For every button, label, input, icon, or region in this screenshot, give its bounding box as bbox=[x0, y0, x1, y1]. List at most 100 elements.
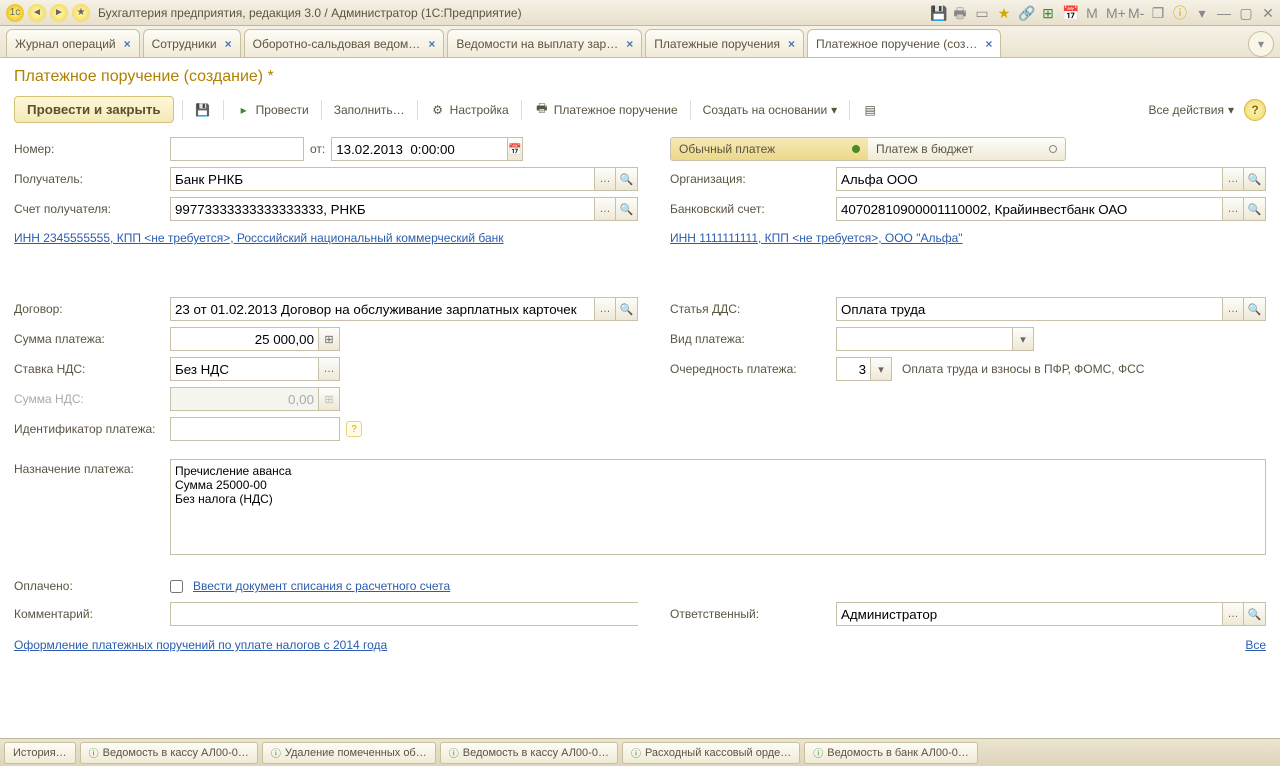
close-icon[interactable]: × bbox=[985, 37, 992, 51]
print-icon[interactable]: 🖶 bbox=[952, 5, 968, 21]
memory-m-icon[interactable]: M bbox=[1084, 5, 1100, 21]
calc-icon[interactable]: ⊞ bbox=[1040, 5, 1056, 21]
label-paid: Оплачено: bbox=[14, 576, 170, 596]
save-icon[interactable]: 💾 bbox=[930, 5, 946, 21]
search-icon[interactable]: 🔍 bbox=[616, 167, 638, 191]
comment-input[interactable] bbox=[170, 602, 638, 626]
post-and-close-button[interactable]: Провести и закрыть bbox=[14, 96, 174, 123]
close-icon[interactable]: × bbox=[626, 37, 633, 51]
close-icon[interactable]: ✕ bbox=[1260, 5, 1276, 21]
toolbar: Провести и закрыть 💾 ▸Провести Заполнить… bbox=[14, 96, 1266, 123]
tab-employees[interactable]: Сотрудники× bbox=[143, 29, 241, 57]
nav-back-icon[interactable]: ◄ bbox=[28, 4, 46, 22]
calendar-icon[interactable]: 📅 bbox=[1062, 5, 1078, 21]
create-based-button[interactable]: Создать на основании ▾ bbox=[699, 100, 842, 120]
taskbar-item[interactable]: ⓘРасходный кассовый орде… bbox=[622, 742, 800, 764]
star-icon[interactable]: ★ bbox=[72, 4, 90, 22]
print-button[interactable]: 🖶Платежное поручение bbox=[530, 99, 682, 121]
taskbar: История… ⓘВедомость в кассу АЛ00-0… ⓘУда… bbox=[0, 738, 1280, 766]
priority-input[interactable] bbox=[836, 357, 870, 381]
responsible-input[interactable] bbox=[836, 602, 1222, 626]
select-icon[interactable]: … bbox=[1222, 197, 1244, 221]
calc-icon[interactable]: ⊞ bbox=[318, 327, 340, 351]
tabs-more-button[interactable]: ▾ bbox=[1248, 31, 1274, 57]
toggle-budget[interactable]: Платеж в бюджет bbox=[868, 138, 1065, 160]
tab-osv[interactable]: Оборотно-сальдовая ведом…× bbox=[244, 29, 445, 57]
close-icon[interactable]: × bbox=[788, 37, 795, 51]
all-actions-button[interactable]: Все действия ▾ bbox=[1145, 100, 1239, 120]
contract-input[interactable] bbox=[170, 297, 594, 321]
tax-info-link[interactable]: Оформление платежных поручений по уплате… bbox=[14, 638, 387, 652]
memory-mplus-icon[interactable]: M+ bbox=[1106, 5, 1122, 21]
gear-icon: ⚙ bbox=[430, 102, 446, 118]
recipient-input[interactable] bbox=[170, 167, 594, 191]
memory-mminus-icon[interactable]: M- bbox=[1128, 5, 1144, 21]
search-icon[interactable]: 🔍 bbox=[1244, 602, 1266, 626]
maximize-icon[interactable]: ▢ bbox=[1238, 5, 1254, 21]
bank-account-input[interactable] bbox=[836, 197, 1222, 221]
select-icon[interactable]: … bbox=[594, 197, 616, 221]
recipient-details-link[interactable]: ИНН 2345555555, КПП <не требуется>, Росс… bbox=[14, 231, 504, 245]
search-icon[interactable]: 🔍 bbox=[616, 297, 638, 321]
select-icon[interactable]: … bbox=[318, 357, 340, 381]
select-icon[interactable]: … bbox=[594, 167, 616, 191]
settings-button[interactable]: ⚙Настройка bbox=[426, 99, 513, 121]
dropdown-icon[interactable]: ▾ bbox=[1012, 327, 1034, 351]
tab-payment-create[interactable]: Платежное поручение (соз…× bbox=[807, 29, 1001, 57]
amount-input[interactable] bbox=[170, 327, 318, 351]
minimize-icon[interactable]: — bbox=[1216, 5, 1232, 21]
tab-vedomosti[interactable]: Ведомости на выплату зар…× bbox=[447, 29, 642, 57]
select-icon[interactable]: … bbox=[1222, 602, 1244, 626]
history-button[interactable]: История… bbox=[4, 742, 76, 764]
close-icon[interactable]: × bbox=[428, 37, 435, 51]
vat-rate-input[interactable] bbox=[170, 357, 318, 381]
report-button[interactable]: ▤ bbox=[858, 99, 882, 121]
tab-payments[interactable]: Платежные поручения× bbox=[645, 29, 804, 57]
search-icon[interactable]: 🔍 bbox=[1244, 197, 1266, 221]
help-small-icon[interactable]: ? bbox=[346, 421, 362, 437]
tab-journal[interactable]: Журнал операций× bbox=[6, 29, 140, 57]
payment-type-input[interactable] bbox=[836, 327, 1012, 351]
close-icon[interactable]: × bbox=[225, 37, 232, 51]
organization-details-link[interactable]: ИНН 1111111111, КПП <не требуется>, ООО … bbox=[670, 231, 963, 245]
link-icon[interactable]: 🔗 bbox=[1018, 5, 1034, 21]
taskbar-item[interactable]: ⓘВедомость в кассу АЛ00-0… bbox=[440, 742, 618, 764]
taskbar-item[interactable]: ⓘВедомость в кассу АЛ00-0… bbox=[80, 742, 258, 764]
title-bar: 1c ◄ ► ★ Бухгалтерия предприятия, редакц… bbox=[0, 0, 1280, 26]
close-icon[interactable]: × bbox=[124, 37, 131, 51]
create-writeoff-link[interactable]: Ввести документ списания с расчетного сч… bbox=[193, 579, 450, 593]
select-icon[interactable]: … bbox=[1222, 167, 1244, 191]
recipient-account-input[interactable] bbox=[170, 197, 594, 221]
fav-icon[interactable]: ★ bbox=[996, 5, 1012, 21]
select-icon[interactable]: … bbox=[594, 297, 616, 321]
doc-icon[interactable]: ▭ bbox=[974, 5, 990, 21]
calendar-icon[interactable]: 📅 bbox=[507, 137, 523, 161]
search-icon[interactable]: 🔍 bbox=[616, 197, 638, 221]
priority-description: Оплата труда и взносы в ПФР, ФОМС, ФСС bbox=[902, 359, 1144, 379]
date-input[interactable] bbox=[331, 137, 507, 161]
search-icon[interactable]: 🔍 bbox=[1244, 167, 1266, 191]
fill-button[interactable]: Заполнить… bbox=[330, 100, 409, 120]
paid-checkbox[interactable] bbox=[170, 580, 183, 593]
nav-fwd-icon[interactable]: ► bbox=[50, 4, 68, 22]
post-button[interactable]: ▸Провести bbox=[232, 99, 313, 121]
purpose-textarea[interactable] bbox=[170, 459, 1266, 555]
select-icon[interactable]: … bbox=[1222, 297, 1244, 321]
number-input[interactable] bbox=[170, 137, 304, 161]
windows-icon[interactable]: ❐ bbox=[1150, 5, 1166, 21]
dds-input[interactable] bbox=[836, 297, 1222, 321]
label-amount: Сумма платежа: bbox=[14, 329, 170, 349]
dropdown-icon[interactable]: ▾ bbox=[870, 357, 892, 381]
info-icon[interactable]: ⓘ bbox=[1172, 5, 1188, 21]
organization-input[interactable] bbox=[836, 167, 1222, 191]
label-purpose: Назначение платежа: bbox=[14, 459, 170, 479]
taskbar-item[interactable]: ⓘВедомость в банк АЛ00-0… bbox=[804, 742, 978, 764]
payment-id-input[interactable] bbox=[170, 417, 340, 441]
dropdown-icon[interactable]: ▾ bbox=[1194, 5, 1210, 21]
all-link[interactable]: Все bbox=[1245, 638, 1266, 652]
help-icon[interactable]: ? bbox=[1244, 99, 1266, 121]
save-button[interactable]: 💾 bbox=[191, 99, 215, 121]
taskbar-item[interactable]: ⓘУдаление помеченных об… bbox=[262, 742, 436, 764]
toggle-regular[interactable]: Обычный платеж bbox=[671, 138, 868, 160]
search-icon[interactable]: 🔍 bbox=[1244, 297, 1266, 321]
